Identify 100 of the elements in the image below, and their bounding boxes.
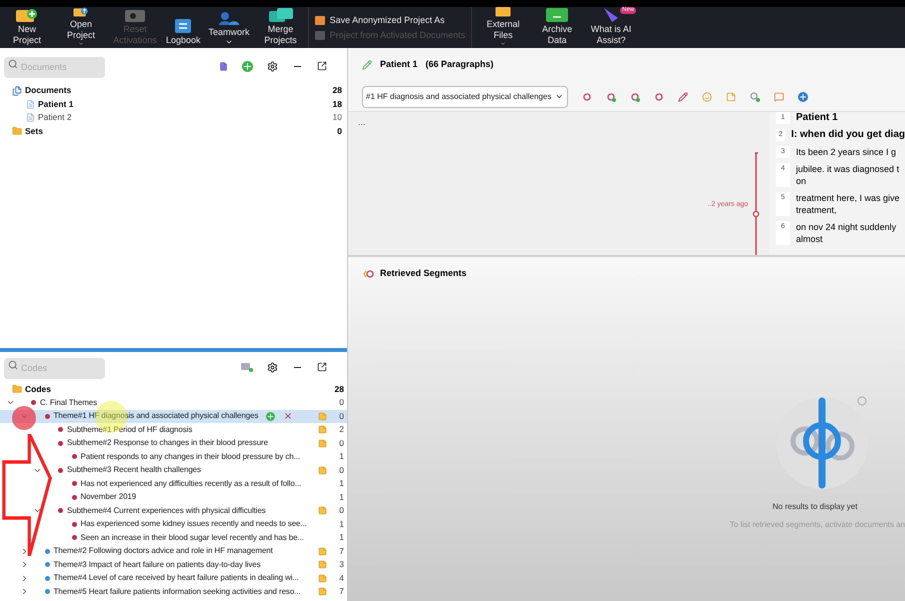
- code-label: Has experienced some kidney issues recently and needs to see...: [80, 518, 307, 530]
- document-label[interactable]: Sets: [25, 124, 43, 138]
- memo-icon[interactable]: [318, 587, 326, 596]
- code-label: Theme#1 HF diagnosis and associated physical challenges: [54, 410, 258, 422]
- more-options[interactable]: ...: [358, 116, 366, 130]
- close-icon[interactable]: [283, 411, 294, 422]
- caret-icon: [555, 92, 564, 101]
- memo-icon[interactable]: [318, 425, 326, 434]
- codes-search-field[interactable]: Codes: [4, 358, 105, 378]
- memo-icon[interactable]: [318, 506, 326, 516]
- code-row[interactable]: Subtheme#3 Recent health challenges 0: [0, 464, 347, 477]
- empty-hint: To list retrieved segments, activate documents an: [730, 518, 905, 530]
- count: 1: [338, 531, 345, 544]
- count: 4: [338, 572, 345, 585]
- paragraph-text: treatment here, I was give: [796, 192, 900, 204]
- count: 1: [338, 518, 345, 531]
- code-row[interactable]: Subtheme#1 Period of HF diagnosis 2: [0, 423, 347, 436]
- count: 0: [336, 124, 343, 138]
- code-label: Seen an increase in their blood sugar level recently and has be...: [80, 532, 304, 544]
- code-label: Theme#2 Following doctors advice and role in HF management: [54, 545, 273, 558]
- codes-root-label[interactable]: Codes: [25, 382, 51, 396]
- code-row[interactable]: Patient responds to any changes in their blood pressure by ch... 1: [0, 450, 347, 464]
- code-row[interactable]: Subtheme#4 Current experiences with physical difficulties 0: [0, 504, 347, 518]
- count: 7: [338, 585, 345, 598]
- count: 2: [338, 423, 345, 436]
- code-row[interactable]: Theme#1 HF diagnosis and associated physical challenges 0: [0, 410, 347, 423]
- toolbar-button[interactable]: Teamwork: [204, 7, 254, 48]
- paragraph-text: on nov 24 night suddenly: [796, 221, 896, 233]
- archive-icon: [546, 8, 568, 22]
- toolbar-button[interactable]: Open Project: [54, 7, 108, 48]
- smiley-icon[interactable]: [702, 92, 712, 102]
- undock-icon[interactable]: [317, 362, 327, 372]
- coding-stripe-drawing[interactable]: [752, 152, 760, 255]
- code-add-icon[interactable]: [241, 362, 253, 372]
- add-icon[interactable]: [266, 412, 276, 421]
- document-label[interactable]: Patient 1: [38, 98, 74, 111]
- documents-search-field[interactable]: Documents: [4, 56, 105, 78]
- count: 28: [332, 84, 343, 98]
- settings-icon[interactable]: [267, 362, 278, 372]
- document-label[interactable]: Patient 2: [38, 111, 72, 124]
- paragraph-text: jubilee. it was diagnosed t: [796, 163, 900, 175]
- document-icon: [26, 100, 35, 109]
- toolbar-button[interactable]: External Files: [476, 7, 530, 48]
- count: 1: [338, 477, 345, 490]
- toolbar-button[interactable]: New Project: [0, 7, 54, 48]
- toolbar-button[interactable]: Logbook: [162, 7, 205, 48]
- paragraph-count: (66 Paragraphs): [426, 58, 494, 72]
- code-add-icon[interactable]: [606, 92, 616, 102]
- memo-icon[interactable]: [318, 466, 326, 475]
- count: 10: [332, 111, 343, 124]
- memo-icon[interactable]: [318, 560, 326, 570]
- folder-plus-icon: [16, 8, 38, 22]
- document-icon: [26, 113, 35, 122]
- search-icon: [8, 360, 18, 370]
- toolbar-button[interactable]: Merge Projects: [254, 7, 308, 48]
- undock-icon[interactable]: [317, 61, 327, 71]
- count: 1: [338, 450, 345, 464]
- document-title: Patient 1: [380, 58, 418, 72]
- paragraph-text: almost: [796, 233, 824, 245]
- code-row[interactable]: November 2019 1: [0, 490, 347, 504]
- code-row[interactable]: Theme#4 Level of care received by heart failure patients in dealing wi... 4: [0, 572, 347, 585]
- code-icon[interactable]: [582, 92, 592, 102]
- code-add-icon[interactable]: [630, 92, 640, 102]
- code-row[interactable]: Theme#2 Following doctors advice and role in HF management 7: [0, 544, 347, 558]
- search-icon: [8, 59, 18, 69]
- code-label: Subtheme#1 Period of HF diagnosis: [67, 424, 192, 436]
- code-row[interactable]: Subtheme#2 Response to changes in their blood pressure 0: [0, 436, 347, 450]
- add-icon[interactable]: [242, 60, 253, 72]
- count: 0: [338, 464, 345, 477]
- code-row[interactable]: Has not experienced any difficulties recently as a result of follo... 1: [0, 477, 347, 490]
- code-row[interactable]: Theme#3 Impact of heart failure on patients day-to-day lives 3: [0, 558, 347, 572]
- count: 0: [338, 504, 345, 518]
- memo-icon[interactable]: [318, 546, 326, 556]
- codes-folder-icon: [12, 384, 22, 394]
- count: 0: [338, 410, 345, 423]
- document-icon[interactable]: [219, 62, 228, 70]
- memo-icon[interactable]: [318, 438, 326, 448]
- edit-icon: [362, 60, 372, 70]
- code-row[interactable]: Theme#5 Heart failure patients information seeking activities and reso... 7: [0, 585, 347, 598]
- book-icon: [174, 19, 192, 33]
- memo-icon[interactable]: [726, 92, 736, 102]
- code-label: Has not experienced any difficulties recently as a result of follo...: [80, 478, 302, 490]
- document-label[interactable]: Documents: [25, 84, 72, 98]
- settings-icon[interactable]: [267, 60, 278, 72]
- code-label: November 2019: [80, 491, 136, 504]
- memo-icon[interactable]: [318, 574, 326, 583]
- code-select[interactable]: #1 HF diagnosis and associated physical challenges: [362, 86, 568, 108]
- paragraph-text: Its been 2 years since I g: [796, 146, 896, 158]
- save-anonymized-button[interactable]: Save Anonymized Project As: [314, 14, 466, 26]
- code-row[interactable]: Has experienced some kidney issues recently and needs to see... 1: [0, 518, 347, 531]
- caret-icon: [225, 38, 234, 46]
- paragraph-text: I: when did you get diag: [791, 129, 905, 141]
- code-row[interactable]: C. Final Themes 0: [0, 396, 347, 410]
- code-row[interactable]: Seen an increase in their blood sugar level recently and has be... 1: [0, 531, 347, 544]
- paragraph-text: on: [796, 175, 808, 187]
- code-label: C. Final Themes: [40, 396, 98, 409]
- comment-icon[interactable]: [774, 92, 784, 102]
- pen-icon[interactable]: [678, 92, 688, 102]
- toolbar-button[interactable]: Archive Data: [530, 7, 584, 48]
- code-label: Subtheme#3 Recent health challenges: [67, 464, 201, 476]
